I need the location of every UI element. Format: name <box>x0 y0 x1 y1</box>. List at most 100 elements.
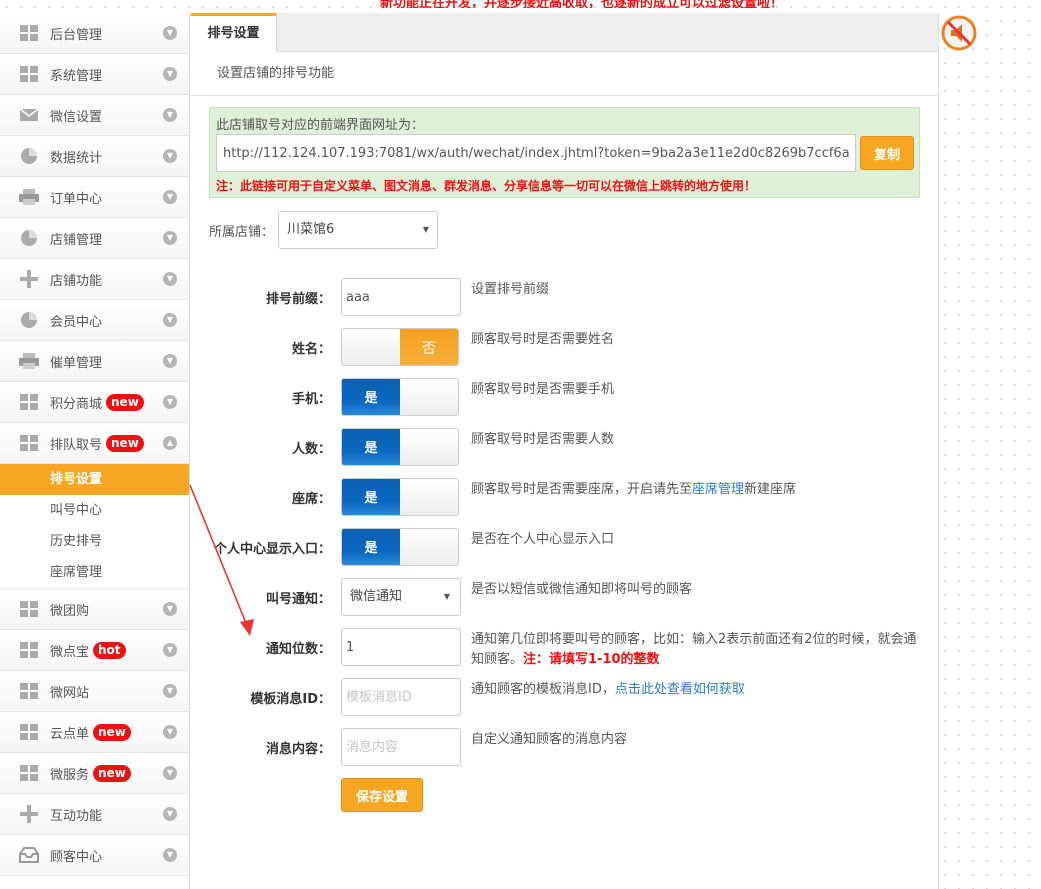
chevron-up-icon[interactable]: ▲ <box>163 436 177 450</box>
sidebar-item[interactable]: 微网站 ▼ <box>0 671 189 712</box>
sidebar-item-label: 微网站 <box>50 685 90 701</box>
chevron-down-icon[interactable]: ▼ <box>163 766 177 780</box>
form-row-center-entry: 个人中心显示入口： 是 是否在个人中心显示入口 <box>191 528 939 568</box>
sidebar-item[interactable]: 店铺管理 ▼ <box>0 218 189 259</box>
sidebar-item[interactable]: 店铺功能 ▼ <box>0 259 189 300</box>
badge-new: new <box>106 393 144 411</box>
prefix-hint: 设置排号前缀 <box>471 282 550 297</box>
people-label: 人数： <box>291 442 331 457</box>
envelope-icon <box>18 106 40 124</box>
grid-icon <box>18 723 40 741</box>
mute-icon[interactable] <box>940 14 978 52</box>
notify-count-hint-note: 注：请填写1-10的整数 <box>523 652 660 667</box>
notify-select[interactable]: 微信通知 ▼ <box>341 578 461 616</box>
tab-queue-settings[interactable]: 排号设置 <box>191 13 277 53</box>
sidebar-item[interactable]: 微服务 new ▼ <box>0 753 189 794</box>
chevron-down-icon[interactable]: ▼ <box>163 354 177 368</box>
sidebar-item[interactable]: 互动功能 ▼ <box>0 794 189 835</box>
seat-hint-text: 顾客取号时是否需要座席，开启请先至 <box>471 482 693 497</box>
sub-menu-item[interactable]: 叫号中心 <box>0 495 189 526</box>
store-label: 所属店铺： <box>209 224 275 240</box>
sidebar-item-label: 微信设置 <box>50 109 103 125</box>
name-toggle[interactable]: 否 <box>341 328 459 366</box>
frontend-url-input[interactable] <box>216 134 856 172</box>
sidebar-item[interactable]: 微点宝 hot ▼ <box>0 630 189 671</box>
chevron-down-icon[interactable]: ▼ <box>163 67 177 81</box>
sub-menu-item[interactable]: 排号设置 <box>0 464 189 495</box>
chevron-down-icon[interactable]: ▼ <box>163 272 177 286</box>
notify-count-input[interactable] <box>341 628 461 666</box>
prefix-input[interactable] <box>341 278 461 316</box>
prefix-label: 排号前缀： <box>265 292 331 307</box>
sidebar-item-label: 微点宝 <box>50 644 90 660</box>
sidebar-item[interactable]: 顾客中心 ▼ <box>0 835 189 876</box>
chevron-down-icon[interactable]: ▼ <box>163 108 177 122</box>
sidebar-item[interactable]: 云点单 new ▼ <box>0 712 189 753</box>
sidebar-item[interactable]: 排队取号 new ▲ <box>0 423 189 464</box>
grid-icon <box>18 65 40 83</box>
notify-hint: 是否以短信或微信通知即将叫号的顾客 <box>471 582 693 597</box>
chevron-down-icon[interactable]: ▼ <box>163 643 177 657</box>
caret-down-icon: ▼ <box>443 592 450 601</box>
people-toggle[interactable]: 是 <box>341 428 459 466</box>
sub-menu-item[interactable]: 历史排号 <box>0 526 189 557</box>
chevron-down-icon[interactable]: ▼ <box>163 807 177 821</box>
sidebar-item[interactable]: 系统管理 ▼ <box>0 54 189 95</box>
sidebar-item-label: 订单中心 <box>50 191 103 207</box>
template-id-input[interactable] <box>341 678 461 716</box>
chevron-down-icon[interactable]: ▼ <box>163 684 177 698</box>
inbox-icon <box>18 846 40 864</box>
phone-toggle[interactable]: 是 <box>341 378 459 416</box>
seat-label: 座席： <box>291 492 331 507</box>
sidebar-item[interactable]: 订单中心 ▼ <box>0 177 189 218</box>
chevron-down-icon[interactable]: ▼ <box>163 190 177 204</box>
form-row-template: 模板消息ID： 通知顾客的模板消息ID，点击此处查看如何获取 <box>191 678 939 718</box>
sidebar-item-label: 微服务 <box>50 767 90 783</box>
people-hint: 顾客取号时是否需要人数 <box>471 432 615 447</box>
notify-count-hint: 通知第几位即将要叫号的顾客，比如：输入2表示前面还有2位的时候，就会通知顾客。注… <box>471 630 921 670</box>
chevron-down-icon[interactable]: ▼ <box>163 26 177 40</box>
chevron-down-icon[interactable]: ▼ <box>163 313 177 327</box>
sidebar-item[interactable]: 微团购 ▼ <box>0 589 189 630</box>
sidebar-item[interactable]: 会员中心 ▼ <box>0 300 189 341</box>
chevron-down-icon[interactable]: ▼ <box>163 231 177 245</box>
center-entry-hint: 是否在个人中心显示入口 <box>471 532 615 547</box>
notify-count-label: 通知位数： <box>265 642 331 657</box>
chevron-down-icon[interactable]: ▼ <box>163 602 177 616</box>
form-row-notify-count: 通知位数： 通知第几位即将要叫号的顾客，比如：输入2表示前面还有2位的时候，就会… <box>191 628 939 668</box>
message-input[interactable] <box>341 728 461 766</box>
badge-new: new <box>93 723 131 741</box>
sub-menu-item[interactable]: 座席管理 <box>0 557 189 588</box>
store-select[interactable]: 川菜馆6 ▼ <box>278 211 439 249</box>
pie-chart-icon <box>18 311 40 329</box>
chevron-down-icon[interactable]: ▼ <box>163 395 177 409</box>
page-description: 设置店铺的排号功能 <box>191 52 938 96</box>
name-toggle-state: 否 <box>400 329 458 365</box>
grid-icon <box>18 393 40 411</box>
sidebar-item-label: 店铺功能 <box>50 273 103 289</box>
copy-button[interactable]: 复制 <box>860 136 914 170</box>
sidebar: 后台管理 ▼ 系统管理 ▼ 微信设置 ▼ 数据统计 ▼ 订单中心 ▼ 店铺管理 ▼ 店铺功能 ▼ 会员中心 ▼… <box>0 13 190 889</box>
pie-chart-icon <box>18 147 40 165</box>
printer-icon <box>18 188 40 206</box>
sidebar-item[interactable]: 催单管理 ▼ <box>0 341 189 382</box>
center-entry-toggle[interactable]: 是 <box>341 528 459 566</box>
sidebar-item[interactable]: 微信设置 ▼ <box>0 95 189 136</box>
badge-new: new <box>93 764 131 782</box>
sidebar-item[interactable]: 数据统计 ▼ <box>0 136 189 177</box>
sidebar-item-label: 排队取号 <box>50 437 103 453</box>
url-box-title: 此店铺取号对应的前端界面网址为： <box>216 118 425 133</box>
chevron-down-icon[interactable]: ▼ <box>163 725 177 739</box>
chevron-down-icon[interactable]: ▼ <box>163 848 177 862</box>
form-row-phone: 手机： 是 顾客取号时是否需要手机 <box>191 378 939 418</box>
chevron-down-icon[interactable]: ▼ <box>163 149 177 163</box>
badge-hot: hot <box>93 641 126 659</box>
seat-management-link[interactable]: 座席管理 <box>692 482 744 497</box>
sidebar-item[interactable]: 后台管理 ▼ <box>0 13 189 54</box>
sidebar-item[interactable]: 积分商城 new ▼ <box>0 382 189 423</box>
save-settings-button[interactable]: 保存设置 <box>341 778 423 812</box>
grid-icon <box>18 764 40 782</box>
template-help-link[interactable]: 点击此处查看如何获取 <box>615 682 745 697</box>
name-label: 姓名： <box>291 342 331 357</box>
seat-toggle[interactable]: 是 <box>341 478 459 516</box>
